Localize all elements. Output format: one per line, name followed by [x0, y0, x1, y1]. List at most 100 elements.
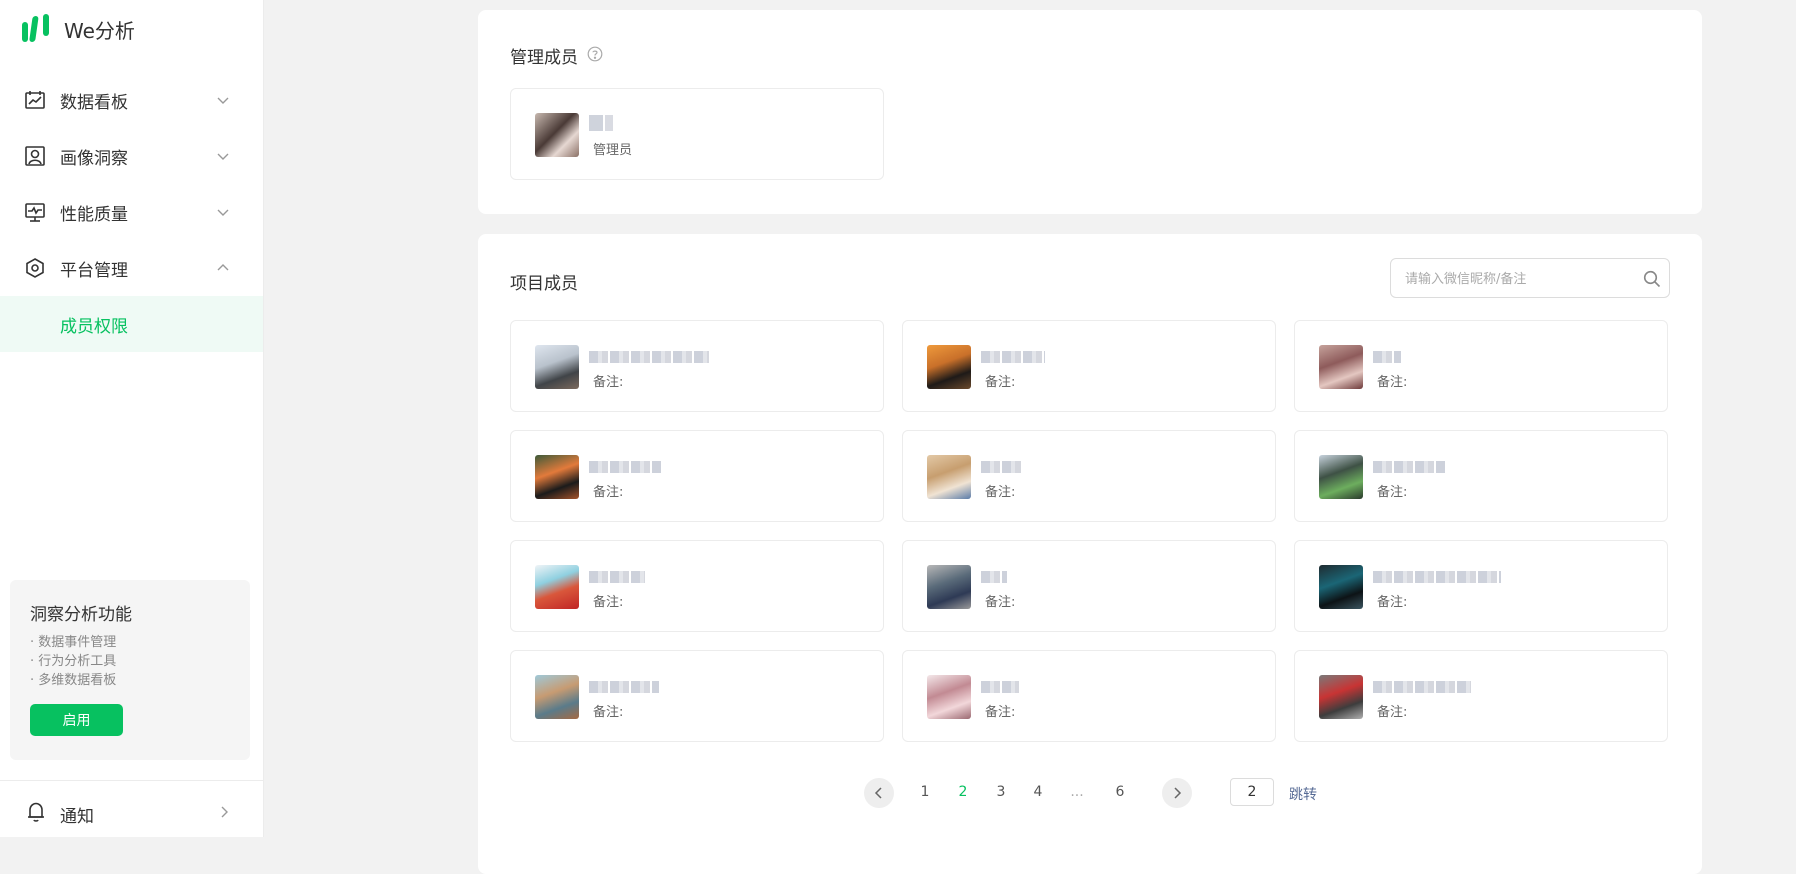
- member-name-redacted: [981, 461, 1023, 473]
- brand-logo-icon: [22, 14, 49, 42]
- project-member-card[interactable]: 备注:: [510, 320, 884, 412]
- project-member-card[interactable]: 备注:: [902, 650, 1276, 742]
- promo-feature: · 行为分析工具: [30, 654, 117, 669]
- promo-title: 洞察分析功能: [30, 605, 132, 625]
- sidebar-item-platform[interactable]: 平台管理: [0, 240, 263, 296]
- promo-feature-list: · 数据事件管理 · 行为分析工具 · 多维数据看板: [30, 633, 116, 690]
- help-circle-icon[interactable]: [587, 46, 603, 62]
- next-page-button[interactable]: [1162, 778, 1192, 808]
- settings-hexagon-icon: [26, 258, 44, 278]
- search-input[interactable]: [1403, 267, 1637, 291]
- promo-feature: · 数据事件管理: [30, 635, 117, 650]
- project-member-card[interactable]: 备注:: [1294, 650, 1668, 742]
- monitor-icon: [25, 203, 45, 222]
- page-number[interactable]: 4: [1028, 784, 1048, 800]
- member-name-redacted: [1373, 681, 1471, 693]
- member-remark: 备注:: [593, 705, 624, 720]
- member-name-redacted: [1373, 571, 1501, 583]
- avatar: [1319, 345, 1363, 389]
- sidebar-item-notifications[interactable]: 通知: [0, 785, 263, 837]
- member-role: 管理员: [593, 143, 633, 158]
- project-member-card[interactable]: 备注:: [510, 430, 884, 522]
- member-remark: 备注:: [1377, 485, 1408, 500]
- search-icon[interactable]: [1643, 270, 1661, 288]
- member-name-redacted: [1373, 461, 1445, 473]
- page-number[interactable]: 3: [991, 784, 1011, 800]
- member-name-redacted: [981, 681, 1019, 693]
- bell-icon: [28, 802, 44, 822]
- admin-section-title: 管理成员: [510, 48, 578, 68]
- avatar: [535, 675, 579, 719]
- member-remark: 备注:: [1377, 595, 1408, 610]
- avatar: [927, 455, 971, 499]
- avatar: [535, 455, 579, 499]
- sidebar: We分析 数据看板 画像洞察 性能质量 平台管理 成员权限 洞察分析功能 · 数…: [0, 0, 264, 837]
- dashboard-icon: [25, 91, 45, 109]
- member-remark: 备注:: [985, 485, 1016, 500]
- project-member-card[interactable]: 备注:: [510, 650, 884, 742]
- sidebar-subitem-label: 成员权限: [60, 316, 128, 337]
- avatar: [927, 565, 971, 609]
- brand[interactable]: We分析: [22, 12, 135, 46]
- project-member-card[interactable]: 备注:: [902, 320, 1276, 412]
- project-member-card[interactable]: 备注:: [510, 540, 884, 632]
- member-remark: 备注:: [593, 375, 624, 390]
- avatar: [535, 345, 579, 389]
- page-number-current[interactable]: 2: [953, 784, 973, 800]
- page-ellipsis: ...: [1070, 784, 1084, 800]
- member-name-redacted: [589, 461, 661, 473]
- sidebar-item-label: 数据看板: [60, 92, 128, 113]
- page-number[interactable]: 1: [915, 784, 935, 800]
- promo-feature: · 多维数据看板: [30, 673, 117, 688]
- member-remark: 备注:: [593, 595, 624, 610]
- member-name-redacted: [589, 115, 613, 131]
- portrait-icon: [25, 146, 45, 166]
- sidebar-item-label: 性能质量: [60, 204, 128, 225]
- sidebar-subitem-member-permissions[interactable]: 成员权限: [0, 296, 263, 352]
- enable-button[interactable]: 启用: [30, 704, 123, 736]
- prev-page-button[interactable]: [864, 778, 894, 808]
- project-member-card[interactable]: 备注:: [1294, 430, 1668, 522]
- admin-members-panel: 管理成员 管理员: [478, 10, 1702, 214]
- avatar: [927, 345, 971, 389]
- promo-card: 洞察分析功能 · 数据事件管理 · 行为分析工具 · 多维数据看板 启用: [10, 580, 250, 760]
- divider: [0, 780, 263, 781]
- member-remark: 备注:: [985, 375, 1016, 390]
- pagination: 1 2 3 4 ... 6 跳转: [864, 778, 1344, 810]
- page-number[interactable]: 6: [1110, 784, 1130, 800]
- chevron-down-icon: [217, 153, 229, 160]
- member-name-redacted: [589, 681, 659, 693]
- notifications-label: 通知: [60, 807, 94, 827]
- sidebar-item-label: 平台管理: [60, 260, 128, 281]
- member-name-redacted: [981, 571, 1007, 583]
- member-remark: 备注:: [1377, 705, 1408, 720]
- chevron-down-icon: [217, 209, 229, 216]
- page-jump-button[interactable]: 跳转: [1289, 784, 1317, 804]
- chevron-down-icon: [217, 97, 229, 104]
- sidebar-item-performance[interactable]: 性能质量: [0, 184, 263, 240]
- member-search: [1390, 258, 1670, 298]
- brand-name: We分析: [64, 18, 135, 43]
- chevron-right-icon: [221, 806, 228, 818]
- member-name-redacted: [1373, 351, 1401, 363]
- member-remark: 备注:: [985, 595, 1016, 610]
- member-name-redacted: [589, 571, 645, 583]
- page-jump-input[interactable]: [1230, 778, 1274, 806]
- project-member-card[interactable]: 备注:: [902, 540, 1276, 632]
- avatar: [1319, 565, 1363, 609]
- project-member-card[interactable]: 备注:: [1294, 320, 1668, 412]
- sidebar-item-label: 画像洞察: [60, 148, 128, 169]
- admin-member-card[interactable]: 管理员: [510, 88, 884, 180]
- avatar: [535, 565, 579, 609]
- member-remark: 备注:: [985, 705, 1016, 720]
- member-name-redacted: [589, 351, 709, 363]
- member-remark: 备注:: [1377, 375, 1408, 390]
- project-member-card[interactable]: 备注:: [902, 430, 1276, 522]
- member-name-redacted: [981, 351, 1045, 363]
- sidebar-item-dashboard[interactable]: 数据看板: [0, 72, 263, 128]
- sidebar-item-portrait[interactable]: 画像洞察: [0, 128, 263, 184]
- chevron-up-icon: [217, 264, 229, 271]
- project-member-card[interactable]: 备注:: [1294, 540, 1668, 632]
- member-remark: 备注:: [593, 485, 624, 500]
- avatar: [535, 113, 579, 157]
